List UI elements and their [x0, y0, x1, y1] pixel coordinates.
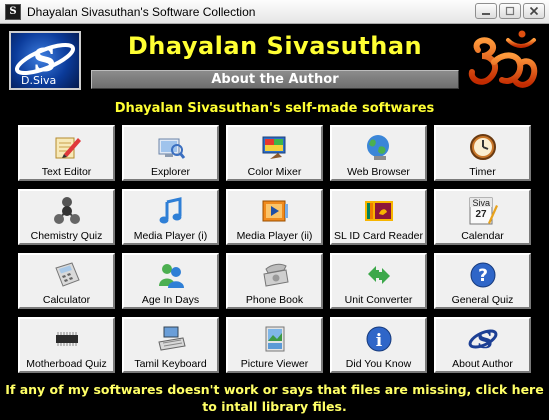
calendar-button[interactable]: Siva 27 Calendar	[434, 189, 531, 245]
sl-id-card-reader-button[interactable]: SL ID Card Reader	[330, 189, 427, 245]
pencil-notepad-icon	[51, 131, 83, 163]
question-icon: ?	[467, 259, 499, 291]
om-symbol-icon	[468, 30, 538, 88]
app-label: Explorer	[150, 166, 191, 178]
app-label: Media Player (ii)	[236, 230, 313, 242]
molecule-icon	[51, 195, 83, 227]
clock-icon	[467, 131, 499, 163]
app-label: Media Player (i)	[133, 230, 208, 242]
app-label: Phone Book	[245, 294, 304, 306]
app-label: SL ID Card Reader	[334, 230, 423, 242]
author-logo-icon: S	[467, 323, 499, 355]
media-player-i-button[interactable]: Media Player (i)	[122, 189, 219, 245]
calendar-day-text: 27	[475, 209, 487, 220]
about-author-button[interactable]: About the Author	[91, 70, 459, 89]
calendar-icon: Siva 27	[467, 195, 499, 227]
age-in-days-button[interactable]: Age In Days	[122, 253, 219, 309]
sri-lanka-flag-icon	[363, 195, 395, 227]
app-label: Calendar	[461, 230, 504, 242]
picture-icon	[259, 323, 291, 355]
general-quiz-button[interactable]: ? General Quiz	[434, 253, 531, 309]
app-label: Text Editor	[41, 166, 92, 178]
svg-text:i: i	[375, 331, 382, 351]
text-editor-button[interactable]: Text Editor	[18, 125, 115, 181]
calculator-icon	[51, 259, 83, 291]
app-label: Color Mixer	[247, 166, 302, 178]
app-label: General Quiz	[451, 294, 514, 306]
app-grid: Text Editor Explorer Color Mixer Web Bro…	[18, 125, 531, 373]
app-label: Age In Days	[141, 294, 200, 306]
web-browser-button[interactable]: Web Browser	[330, 125, 427, 181]
calculator-button[interactable]: Calculator	[18, 253, 115, 309]
logo-caption: D.Siva	[21, 74, 57, 87]
author-name-heading: Dhayalan Sivasuthan	[127, 32, 423, 60]
footer-line-2: to intall library files.	[202, 399, 347, 414]
title-bar: S Dhayalan Sivasuthan's Software Collect…	[0, 0, 549, 24]
app-label: Motherboad Quiz	[26, 358, 107, 370]
explorer-icon	[155, 131, 187, 163]
app-label: Chemistry Quiz	[30, 230, 103, 242]
color-mixer-button[interactable]: Color Mixer	[226, 125, 323, 181]
info-icon: i	[363, 323, 395, 355]
phone-book-button[interactable]: Phone Book	[226, 253, 323, 309]
calendar-month-text: Siva	[472, 198, 491, 208]
app-label: Unit Converter	[344, 294, 413, 306]
app-icon[interactable]: S	[5, 3, 21, 20]
app-label: Web Browser	[347, 166, 410, 178]
chip-icon	[51, 323, 83, 355]
chemistry-quiz-button[interactable]: Chemistry Quiz	[18, 189, 115, 245]
app-label: About Author	[452, 358, 513, 370]
film-player-icon	[259, 195, 291, 227]
install-library-link[interactable]: If any of my softwares doesn't work or s…	[0, 381, 549, 415]
app-label: Picture Viewer	[240, 358, 309, 370]
color-mixer-icon	[259, 131, 291, 163]
app-label: Calculator	[42, 294, 91, 306]
close-button[interactable]	[523, 3, 545, 19]
telephone-icon	[259, 259, 291, 291]
window-controls	[475, 3, 545, 19]
people-icon	[155, 259, 187, 291]
window-title: Dhayalan Sivasuthan's Software Collectio…	[27, 4, 256, 19]
arrows-icon	[363, 259, 395, 291]
software-subtitle: Dhayalan Sivasuthan's self-made software…	[114, 101, 435, 116]
motherboad-quiz-button[interactable]: Motherboad Quiz	[18, 317, 115, 373]
keyboard-icon	[155, 323, 187, 355]
unit-converter-button[interactable]: Unit Converter	[330, 253, 427, 309]
music-note-icon	[155, 195, 187, 227]
media-player-ii-button[interactable]: Media Player (ii)	[226, 189, 323, 245]
app-label: Timer	[469, 166, 496, 178]
globe-icon	[363, 131, 395, 163]
picture-viewer-button[interactable]: Picture Viewer	[226, 317, 323, 373]
tamil-keyboard-button[interactable]: Tamil Keyboard	[122, 317, 219, 373]
svg-text:S: S	[477, 328, 493, 354]
about-author-tile-button[interactable]: S About Author	[434, 317, 531, 373]
author-logo[interactable]: S D.Siva	[9, 31, 81, 90]
svg-text:?: ?	[478, 266, 488, 286]
explorer-button[interactable]: Explorer	[122, 125, 219, 181]
maximize-button[interactable]	[499, 3, 521, 19]
app-label: Tamil Keyboard	[134, 358, 207, 370]
footer-line-1: If any of my softwares doesn't work or s…	[5, 382, 544, 397]
minimize-button[interactable]	[475, 3, 497, 19]
app-label: Did You Know	[345, 358, 412, 370]
did-you-know-button[interactable]: i Did You Know	[330, 317, 427, 373]
timer-button[interactable]: Timer	[434, 125, 531, 181]
